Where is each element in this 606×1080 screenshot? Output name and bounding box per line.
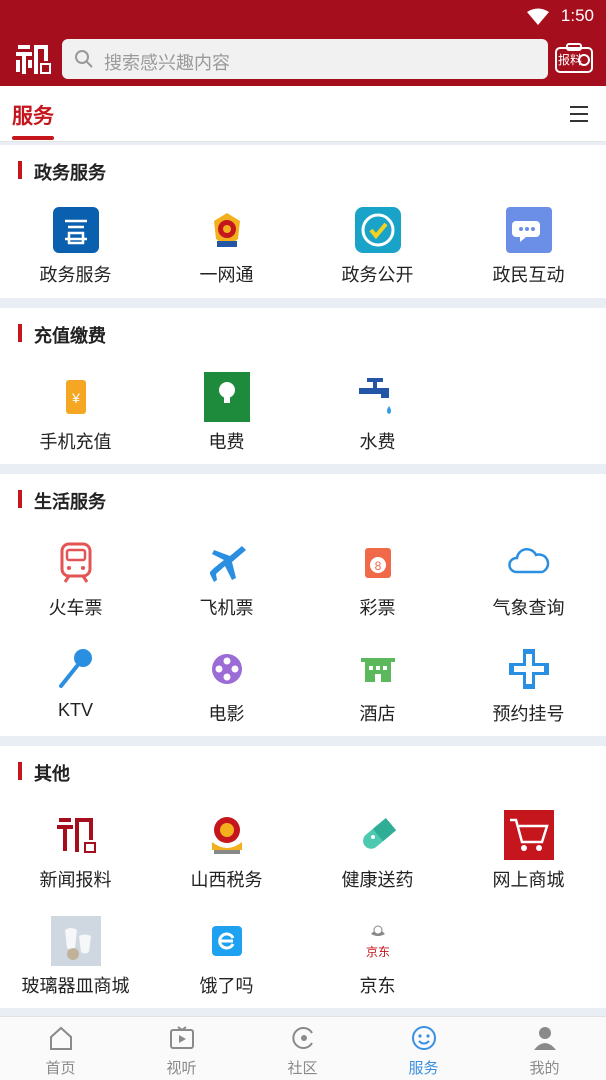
gov-service-icon xyxy=(53,207,99,253)
service-item[interactable]: 京东 京东 xyxy=(302,916,453,1016)
pill-icon xyxy=(363,817,397,849)
service-item[interactable]: 健康送药 xyxy=(302,810,453,910)
tv-play-icon xyxy=(170,1026,194,1049)
app-logo-icon xyxy=(14,40,52,78)
wifi-icon xyxy=(527,8,549,25)
medical-cross-icon xyxy=(509,649,549,689)
police-badge-icon xyxy=(214,213,240,247)
eleme-icon xyxy=(212,926,242,956)
service-item[interactable]: 新闻报料 xyxy=(0,810,151,910)
shopping-cart-icon xyxy=(504,810,554,860)
nav-home[interactable]: 首页 xyxy=(0,1017,121,1080)
search-bar[interactable]: 搜索感兴趣内容 xyxy=(62,39,548,79)
status-time: 1:50 xyxy=(560,6,594,25)
community-icon xyxy=(292,1027,313,1049)
user-icon xyxy=(534,1027,556,1050)
water-tap-icon xyxy=(359,378,391,414)
news-logo-icon xyxy=(57,818,96,853)
section-life: 生活服务 火车票 飞机票 8 彩票 气象查询 KTV 电影 酒店 预约挂号 xyxy=(0,474,606,736)
app-header: 搜索感兴趣内容 报料 xyxy=(0,32,606,86)
check-circle-icon xyxy=(355,207,401,253)
search-placeholder: 搜索感兴趣内容 xyxy=(104,53,230,73)
nav-media[interactable]: 视听 xyxy=(121,1017,242,1080)
phone-recharge-icon: ¥ xyxy=(66,380,86,414)
svg-text:8: 8 xyxy=(375,559,382,573)
home-icon xyxy=(50,1026,72,1050)
jd-text: 京东 xyxy=(366,945,390,959)
service-item[interactable]: 政务服务 xyxy=(0,205,151,305)
section-other: 其他 新闻报料 山西税务 健康送药 网上商城 玻璃器皿商城 饿了吗 京东 京东 xyxy=(0,746,606,1008)
service-item[interactable]: 电影 xyxy=(151,644,302,744)
nav-service[interactable]: 服务 xyxy=(363,1017,484,1080)
service-item[interactable]: 饿了吗 xyxy=(151,916,302,1016)
menu-icon[interactable] xyxy=(570,106,588,122)
service-item[interactable]: 山西税务 xyxy=(151,810,302,910)
glassware-photo-icon xyxy=(51,916,101,966)
service-item[interactable]: 一网通 xyxy=(151,205,302,305)
tab-indicator xyxy=(12,136,54,140)
service-item[interactable]: 政务公开 xyxy=(302,205,453,305)
train-icon xyxy=(60,542,92,583)
lottery-icon: 8 xyxy=(365,548,391,578)
section-title: 生活服务 xyxy=(34,492,106,512)
tab-service[interactable]: 服务 xyxy=(12,100,54,130)
section-payment: 充值缴费 ¥ 手机充值 电费 水费 xyxy=(0,308,606,464)
service-item[interactable]: 火车票 xyxy=(0,538,151,638)
report-button[interactable]: 报料 xyxy=(554,42,594,76)
microphone-icon xyxy=(59,649,92,688)
jd-dog-icon: 京东 xyxy=(366,925,390,959)
status-bar: 1:50 xyxy=(0,0,606,32)
chat-bubble-icon xyxy=(506,207,552,253)
nav-mine[interactable]: 我的 xyxy=(484,1017,605,1080)
section-title: 充值缴费 xyxy=(34,326,106,346)
smile-icon xyxy=(412,1026,436,1050)
service-item[interactable]: 水费 xyxy=(302,372,453,472)
film-reel-icon xyxy=(212,654,242,684)
bottom-nav: 首页 视听 社区 服务 我的 xyxy=(0,1016,606,1080)
section-gov: 政务服务 政务服务 一网通 政务公开 政民互动 xyxy=(0,145,606,298)
service-item[interactable]: 气象查询 xyxy=(453,538,604,638)
service-item[interactable]: ¥ 手机充值 xyxy=(0,372,151,472)
svg-text:¥: ¥ xyxy=(71,390,80,406)
section-title: 政务服务 xyxy=(34,163,106,183)
search-icon xyxy=(75,50,93,68)
service-item[interactable]: 8 彩票 xyxy=(302,538,453,638)
service-item[interactable]: 酒店 xyxy=(302,644,453,744)
cloud-icon xyxy=(508,548,550,574)
section-title: 其他 xyxy=(34,764,70,784)
hotel-icon xyxy=(361,658,395,682)
nav-community[interactable]: 社区 xyxy=(242,1017,363,1080)
report-label: 报料 xyxy=(558,53,583,67)
electric-bulb-icon xyxy=(204,372,250,422)
airplane-icon xyxy=(210,546,246,582)
service-item[interactable]: 政民互动 xyxy=(453,205,604,305)
tab-bar: 服务 xyxy=(0,86,606,142)
service-item[interactable]: 玻璃器皿商城 xyxy=(0,916,151,1016)
service-item[interactable]: KTV xyxy=(0,644,151,744)
service-item[interactable]: 预约挂号 xyxy=(453,644,604,744)
service-item[interactable]: 电费 xyxy=(151,372,302,472)
service-item[interactable]: 网上商城 xyxy=(453,810,604,910)
tax-emblem-icon xyxy=(212,817,242,854)
service-item[interactable]: 飞机票 xyxy=(151,538,302,638)
